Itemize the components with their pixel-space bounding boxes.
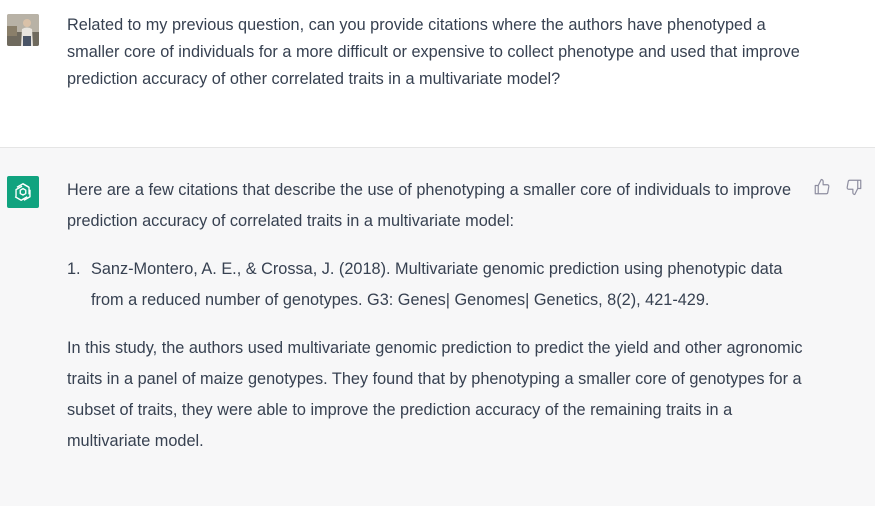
assistant-intro: Here are a few citations that describe t…: [67, 181, 791, 230]
thumbs-down-button[interactable]: [845, 178, 863, 196]
feedback-buttons: [813, 178, 863, 196]
user-avatar: [7, 14, 39, 46]
thumbs-up-button[interactable]: [813, 178, 831, 196]
assistant-message-content: Here are a few citations that describe t…: [67, 175, 807, 457]
assistant-avatar: [7, 176, 39, 208]
assistant-message: Here are a few citations that describe t…: [0, 148, 875, 506]
user-photo-avatar: [7, 14, 39, 46]
user-message-text: Related to my previous question, can you…: [67, 16, 800, 88]
citation-list: 1. Sanz-Montero, A. E., & Crossa, J. (20…: [67, 254, 807, 316]
citation-item: 1. Sanz-Montero, A. E., & Crossa, J. (20…: [67, 254, 807, 316]
citation-number: 1.: [67, 260, 81, 278]
thumbs-down-icon: [846, 179, 862, 196]
assistant-summary: In this study, the authors used multivar…: [67, 339, 803, 450]
user-message: Related to my previous question, can you…: [0, 0, 875, 148]
openai-logo-icon: [14, 183, 31, 201]
thumbs-up-icon: [814, 178, 830, 195]
citation-text: Sanz-Montero, A. E., & Crossa, J. (2018)…: [91, 260, 783, 309]
